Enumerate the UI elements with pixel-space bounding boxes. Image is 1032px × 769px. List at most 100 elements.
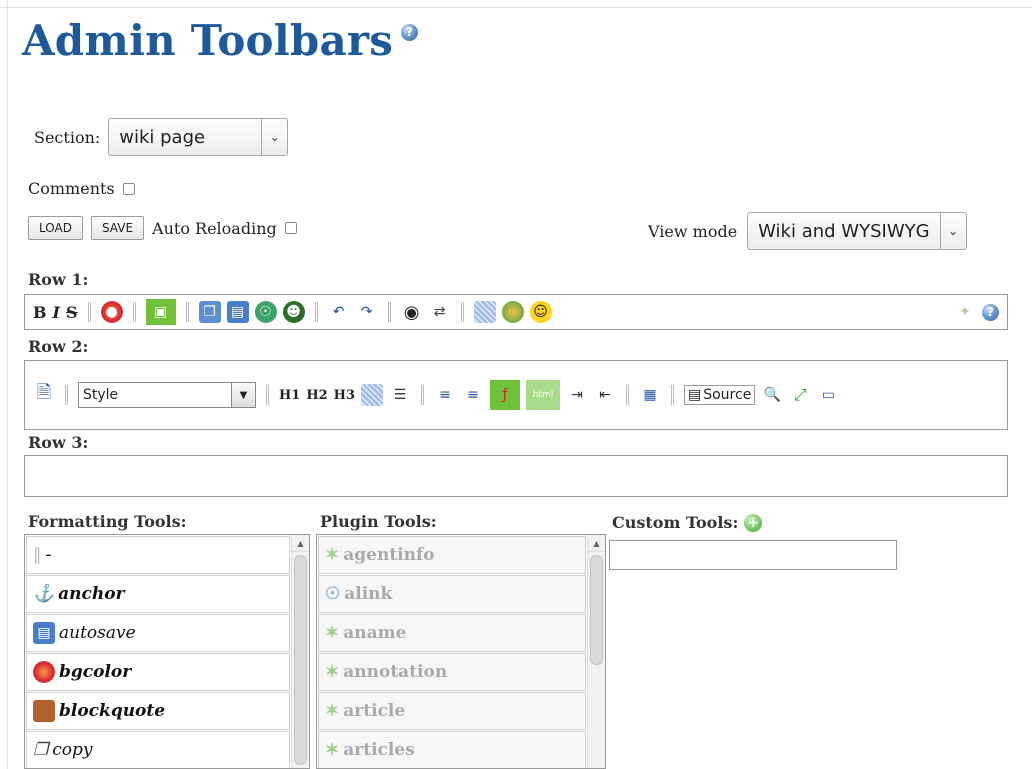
list-item-label: bgcolor: [59, 662, 132, 682]
separator-icon: [460, 302, 464, 322]
list-item[interactable]: ✶ aname: [318, 614, 586, 652]
list-item[interactable]: ✶ articles: [318, 731, 586, 768]
plugin-tools-label: Plugin Tools:: [320, 512, 437, 531]
scrollbar[interactable]: ▲: [587, 535, 605, 768]
world-edit-icon[interactable]: [501, 301, 524, 323]
row1-label: Row 1:: [28, 270, 89, 289]
h2-tool[interactable]: H2: [306, 388, 327, 403]
source-label: Source: [703, 387, 752, 403]
maximize-icon[interactable]: ⤢: [789, 384, 811, 406]
bullet-list-icon[interactable]: ≡: [434, 384, 456, 406]
list-item[interactable]: ‖ -: [26, 536, 290, 574]
wand-icon[interactable]: ✦: [954, 301, 976, 323]
numbered-list-icon[interactable]: ≡: [462, 384, 484, 406]
view-mode-select[interactable]: Wiki and WYSIWYG ⌄: [747, 212, 967, 250]
load-button[interactable]: LOAD: [28, 216, 83, 240]
list-item[interactable]: blockquote: [26, 692, 290, 730]
scroll-up-icon[interactable]: ▲: [588, 535, 605, 552]
row3-label: Row 3:: [28, 433, 89, 452]
source-button[interactable]: ▤ Source: [683, 385, 756, 405]
html-icon[interactable]: html: [525, 380, 560, 410]
separator-icon: [387, 302, 391, 322]
list-item[interactable]: ✶ article: [318, 692, 586, 730]
strike-tool[interactable]: S: [66, 303, 78, 322]
palette-icon[interactable]: ●: [100, 301, 123, 323]
list-item[interactable]: ▤ autosave: [26, 614, 290, 652]
puzzle-icon: ✶: [325, 623, 340, 643]
frame-left-border: [0, 0, 8, 769]
section-select[interactable]: wiki page ⌄: [108, 118, 289, 156]
list-item[interactable]: ❐ copy: [26, 731, 290, 768]
globe-icon: ☉: [325, 584, 341, 604]
list-item-label: article: [343, 701, 406, 721]
window-icon[interactable]: ▭: [817, 384, 839, 406]
separator-icon: [625, 385, 629, 405]
scroll-thumb[interactable]: [590, 555, 603, 665]
list-item-label: alink: [344, 584, 393, 604]
align-center-icon[interactable]: ☰: [389, 384, 411, 406]
list-item[interactable]: ☉ alink: [318, 575, 586, 613]
list-item-label: blockquote: [59, 701, 166, 721]
formatting-tools-list[interactable]: ‖ - ⚓ anchor ▤ autosave bgcolor blockquote …: [24, 534, 310, 769]
h3-tool[interactable]: H3: [334, 388, 355, 403]
indent-icon[interactable]: ⇥: [566, 384, 588, 406]
copy-pages-icon[interactable]: ❐: [198, 301, 221, 323]
replace-icon[interactable]: ⇄: [429, 301, 451, 323]
toolbar-row-3[interactable]: [24, 455, 1008, 497]
preview-icon[interactable]: 🔍: [761, 384, 783, 406]
list-item-label: articles: [343, 740, 415, 760]
document-icon[interactable]: 🗎: [33, 382, 55, 406]
h1-tool[interactable]: H1: [279, 388, 300, 403]
flash-icon[interactable]: ƒ: [489, 380, 520, 410]
view-mode-row: View mode Wiki and WYSIWYG ⌄: [648, 212, 967, 250]
smiley-icon[interactable]: ☺: [529, 301, 552, 323]
separator-icon: ‖: [33, 545, 42, 565]
blockquote-icon: [33, 700, 55, 722]
custom-tools-list[interactable]: [609, 540, 897, 570]
list-item[interactable]: bgcolor: [26, 653, 290, 691]
table-icon[interactable]: ▦: [639, 384, 661, 406]
help-icon[interactable]: ?: [401, 24, 419, 41]
page-title-text: Admin Toolbars: [22, 16, 394, 65]
help-icon[interactable]: ?: [982, 303, 999, 321]
floppy-icon[interactable]: ▤: [226, 301, 249, 323]
add-icon[interactable]: +: [744, 513, 763, 532]
separator-icon: [420, 385, 424, 405]
toolbar-row-1[interactable]: B I S ● ▣ ❐ ▤ ☉ ☻ ↶ ↷ ◉ ⇄ ☺ ✦ ?: [24, 294, 1008, 330]
bold-tool[interactable]: B: [33, 303, 47, 322]
style-select[interactable]: Style ▼: [78, 382, 256, 408]
section-label: Section:: [34, 127, 101, 147]
separator-icon: [185, 302, 189, 322]
comments-checkbox[interactable]: [122, 182, 135, 195]
save-button[interactable]: SAVE: [90, 216, 145, 240]
binoculars-icon[interactable]: ◉: [401, 301, 423, 323]
style-select-value: Style: [83, 387, 119, 403]
users-icon[interactable]: ☻: [282, 301, 305, 323]
auto-reloading-checkbox[interactable]: [284, 222, 297, 234]
undo-icon[interactable]: ↶: [328, 301, 350, 323]
scroll-up-icon[interactable]: ▲: [292, 535, 309, 552]
comments-row: Comments: [28, 179, 135, 198]
list-item[interactable]: ✶ annotation: [318, 653, 586, 691]
globe-icon[interactable]: ☉: [254, 301, 277, 323]
comments-label: Comments: [28, 179, 115, 198]
redo-icon[interactable]: ↷: [356, 301, 378, 323]
scrollbar[interactable]: ▲: [291, 535, 309, 768]
frame-top-border: [0, 0, 1032, 8]
plugin-tools-list[interactable]: ✶ agentinfo ☉ alink ✶ aname ✶ annotation ✶ ar…: [316, 534, 606, 769]
pattern-icon[interactable]: [360, 384, 383, 406]
pattern-icon[interactable]: [473, 301, 496, 323]
list-item-label: anchor: [58, 584, 125, 604]
image-icon[interactable]: ▣: [145, 299, 176, 325]
toolbar-row-2[interactable]: 🗎 Style ▼ H1 H2 H3 ☰ ≡ ≡ ƒ html ⇥ ⇤ ▦ ▤ S…: [24, 360, 1008, 430]
scroll-thumb[interactable]: [294, 555, 307, 765]
list-item[interactable]: ✶ agentinfo: [318, 536, 586, 574]
separator-icon: [132, 302, 136, 322]
puzzle-icon: ✶: [325, 740, 340, 760]
italic-tool[interactable]: I: [53, 303, 60, 322]
puzzle-icon: ✶: [325, 662, 340, 682]
separator-icon: [65, 385, 68, 405]
floppy-icon: ▤: [33, 622, 55, 644]
outdent-icon[interactable]: ⇤: [594, 384, 616, 406]
list-item[interactable]: ⚓ anchor: [26, 575, 290, 613]
